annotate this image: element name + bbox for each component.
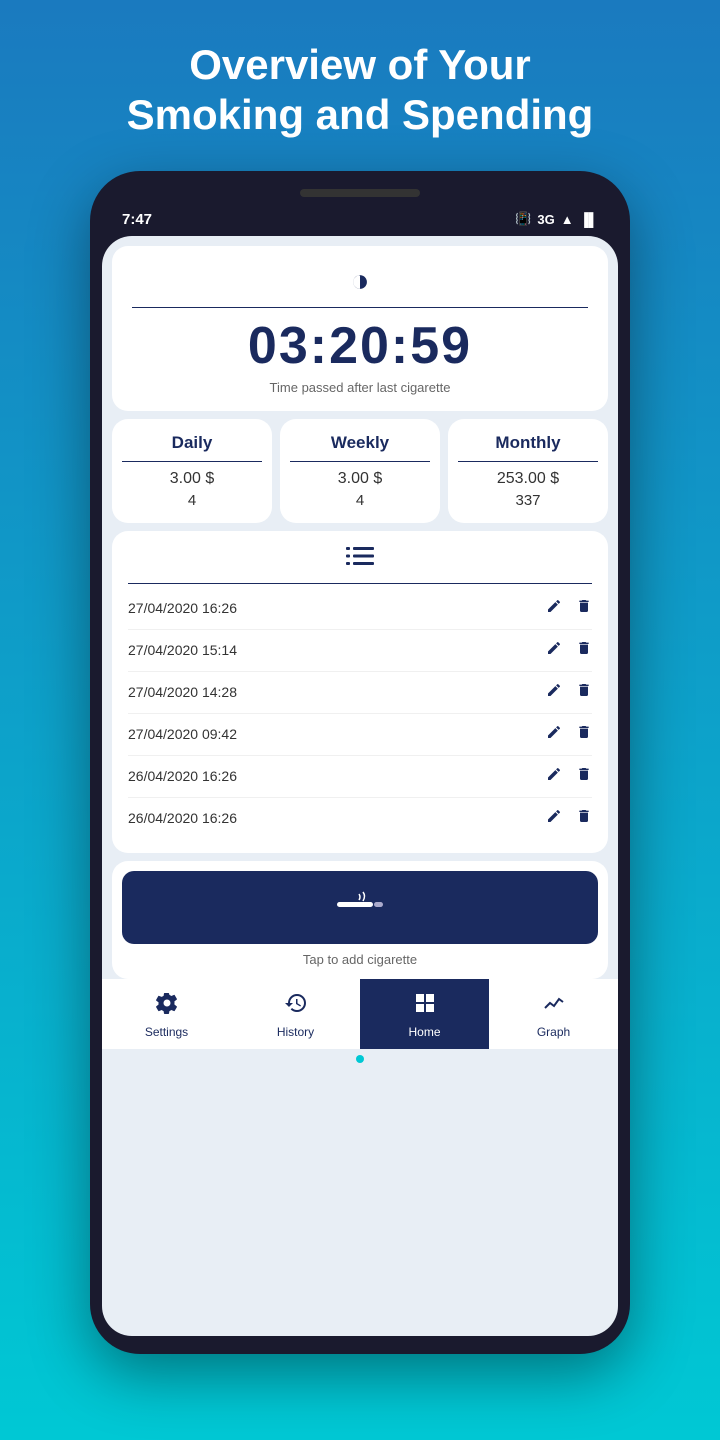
phone-screen: ◑ 03:20:59 Time passed after last cigare… bbox=[102, 236, 618, 1336]
edit-icon[interactable] bbox=[546, 724, 562, 745]
history-actions bbox=[546, 598, 592, 619]
page-title: Overview of Your Smoking and Spending bbox=[67, 0, 654, 171]
stats-row: Daily 3.00 $ 4 Weekly 3.00 $ 4 Monthly 2… bbox=[112, 419, 608, 523]
history-date: 27/04/2020 15:14 bbox=[128, 642, 237, 658]
nav-settings-label: Settings bbox=[145, 1025, 188, 1039]
history-actions bbox=[546, 640, 592, 661]
status-bar: 7:47 📳 3G ▲ ▐▌ bbox=[102, 207, 618, 236]
delete-icon[interactable] bbox=[576, 640, 592, 661]
history-row: 27/04/2020 16:26 bbox=[128, 588, 592, 630]
history-divider bbox=[128, 583, 592, 584]
edit-icon[interactable] bbox=[546, 766, 562, 787]
stat-weekly-money: 3.00 $ bbox=[290, 470, 430, 488]
history-actions bbox=[546, 808, 592, 829]
stat-weekly-count: 4 bbox=[290, 492, 430, 509]
bottom-nav: Settings History Home bbox=[102, 979, 618, 1049]
vibrate-icon: 📳 bbox=[515, 211, 531, 227]
delete-icon[interactable] bbox=[576, 766, 592, 787]
stat-daily-count: 4 bbox=[122, 492, 262, 509]
delete-icon[interactable] bbox=[576, 598, 592, 619]
history-actions bbox=[546, 724, 592, 745]
add-cigarette-label: Tap to add cigarette bbox=[122, 944, 598, 969]
nav-item-history[interactable]: History bbox=[231, 979, 360, 1049]
graph-icon bbox=[542, 991, 566, 1021]
timer-label: Time passed after last cigarette bbox=[132, 380, 588, 395]
list-icon bbox=[346, 547, 374, 572]
stat-monthly-title: Monthly bbox=[458, 433, 598, 462]
timer-divider bbox=[132, 307, 588, 308]
history-row: 27/04/2020 14:28 bbox=[128, 672, 592, 714]
add-cigarette-button[interactable] bbox=[122, 871, 598, 944]
history-date: 26/04/2020 16:26 bbox=[128, 810, 237, 826]
nav-graph-label: Graph bbox=[537, 1025, 570, 1039]
stat-card-monthly: Monthly 253.00 $ 337 bbox=[448, 419, 608, 523]
signal-icon: ▲ bbox=[561, 212, 574, 227]
history-row: 26/04/2020 16:26 bbox=[128, 798, 592, 839]
history-actions bbox=[546, 766, 592, 787]
stat-card-daily: Daily 3.00 $ 4 bbox=[112, 419, 272, 523]
edit-icon[interactable] bbox=[546, 682, 562, 703]
edit-icon[interactable] bbox=[546, 640, 562, 661]
edit-icon[interactable] bbox=[546, 598, 562, 619]
battery-icon: ▐▌ bbox=[580, 212, 598, 227]
status-right: 📳 3G ▲ ▐▌ bbox=[515, 211, 598, 227]
nav-history-label: History bbox=[277, 1025, 314, 1039]
add-cigarette-card: Tap to add cigarette bbox=[112, 861, 608, 979]
phone-notch bbox=[300, 189, 420, 197]
nav-item-home[interactable]: Home bbox=[360, 979, 489, 1049]
history-header bbox=[128, 545, 592, 573]
history-date: 26/04/2020 16:26 bbox=[128, 768, 237, 784]
delete-icon[interactable] bbox=[576, 724, 592, 745]
stat-card-weekly: Weekly 3.00 $ 4 bbox=[280, 419, 440, 523]
stat-monthly-money: 253.00 $ bbox=[458, 470, 598, 488]
history-date: 27/04/2020 16:26 bbox=[128, 600, 237, 616]
dot-indicator bbox=[356, 1055, 364, 1063]
stat-monthly-count: 337 bbox=[458, 492, 598, 509]
timer-card: ◑ 03:20:59 Time passed after last cigare… bbox=[112, 246, 608, 411]
history-card: 27/04/2020 16:26 27/04/2020 15:14 bbox=[112, 531, 608, 853]
timer-display: 03:20:59 bbox=[132, 316, 588, 376]
history-row: 26/04/2020 16:26 bbox=[128, 756, 592, 798]
delete-icon[interactable] bbox=[576, 682, 592, 703]
status-time: 7:47 bbox=[122, 211, 152, 228]
screen-content: ◑ 03:20:59 Time passed after last cigare… bbox=[102, 236, 618, 979]
home-icon bbox=[413, 991, 437, 1021]
edit-icon[interactable] bbox=[546, 808, 562, 829]
history-date: 27/04/2020 14:28 bbox=[128, 684, 237, 700]
stat-weekly-title: Weekly bbox=[290, 433, 430, 462]
signal-text: 3G bbox=[537, 212, 554, 227]
history-row: 27/04/2020 09:42 bbox=[128, 714, 592, 756]
settings-icon bbox=[155, 991, 179, 1021]
history-actions bbox=[546, 682, 592, 703]
clock-icon: ◑ bbox=[132, 262, 588, 299]
phone-frame: 7:47 📳 3G ▲ ▐▌ ◑ 03:20:59 Time passed af… bbox=[90, 171, 630, 1354]
nav-item-graph[interactable]: Graph bbox=[489, 979, 618, 1049]
history-date: 27/04/2020 09:42 bbox=[128, 726, 237, 742]
history-list: 27/04/2020 16:26 27/04/2020 15:14 bbox=[128, 588, 592, 839]
stat-daily-title: Daily bbox=[122, 433, 262, 462]
stat-daily-money: 3.00 $ bbox=[122, 470, 262, 488]
delete-icon[interactable] bbox=[576, 808, 592, 829]
nav-home-label: Home bbox=[408, 1025, 440, 1039]
history-row: 27/04/2020 15:14 bbox=[128, 630, 592, 672]
nav-item-settings[interactable]: Settings bbox=[102, 979, 231, 1049]
history-icon bbox=[284, 991, 308, 1021]
